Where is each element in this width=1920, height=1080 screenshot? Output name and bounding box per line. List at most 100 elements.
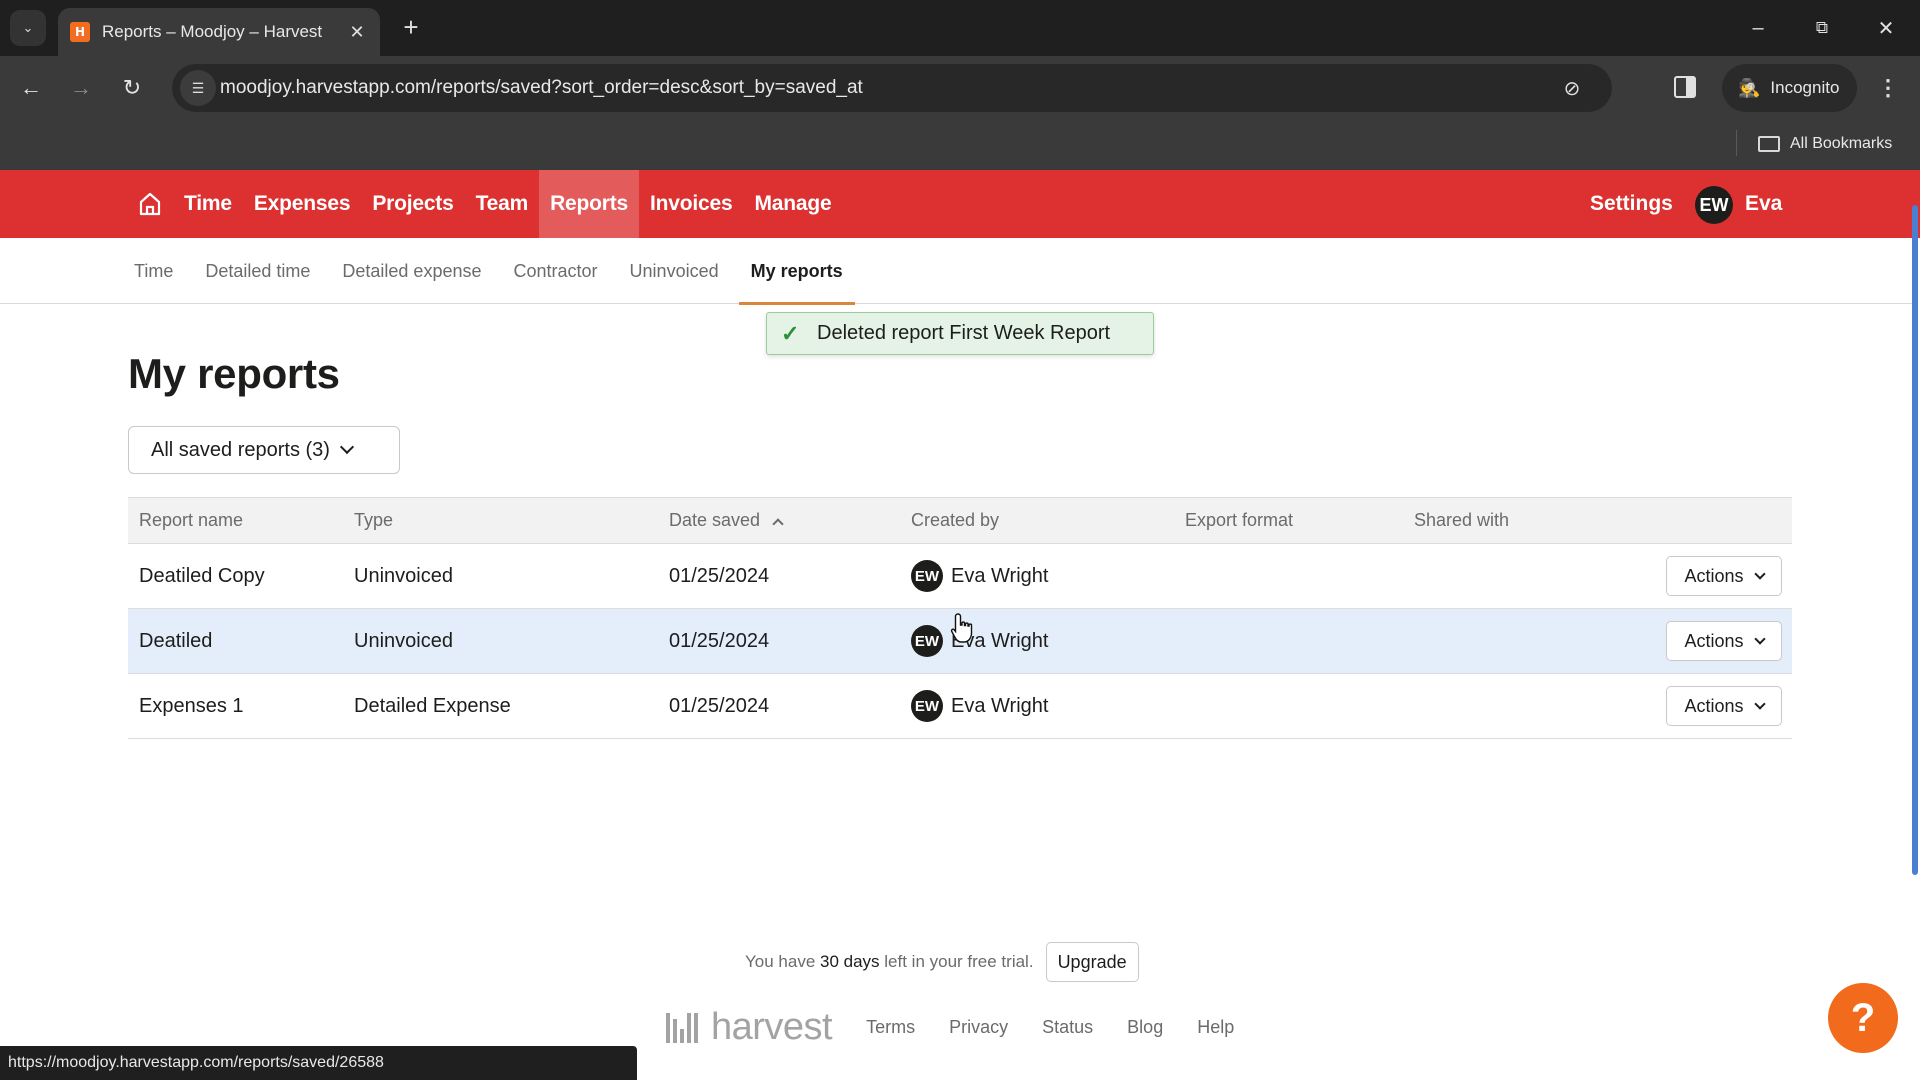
nav-time[interactable]: Time [173,170,243,238]
chevron-down-icon [339,439,355,455]
report-date: 01/25/2024 [658,543,900,609]
subnav-detailed-expense[interactable]: Detailed expense [326,238,497,304]
chevron-down-icon [1753,568,1766,580]
subnav-time[interactable]: Time [118,238,189,304]
status-url: https://moodjoy.harvestapp.com/reports/s… [8,1054,384,1071]
subnav-my-reports[interactable]: My reports [735,238,859,305]
col-shared-with[interactable]: Shared with [1403,497,1603,544]
footer-link-blog[interactable]: Blog [1127,1017,1163,1038]
table-row[interactable]: Deatiled Copy Uninvoiced 01/25/2024 EW Ev… [128,543,1792,609]
report-shared-with [1403,543,1603,609]
report-shared-with [1403,673,1603,739]
side-panel-icon[interactable] [1674,76,1696,98]
all-bookmarks-label: All Bookmarks [1790,135,1893,152]
address-bar[interactable]: ☰ moodjoy.harvestapp.com/reports/saved?s… [172,64,1799,112]
tab-close-icon[interactable]: ✕ [342,22,372,43]
report-type: Uninvoiced [343,543,658,609]
saved-reports-filter[interactable]: All saved reports (3) [128,426,400,474]
browser-toolbar: ← → ↻ ☰ moodjoy.harvestapp.com/reports/s… [0,56,1920,120]
nav-projects[interactable]: Projects [361,170,464,238]
reload-button[interactable]: ↻ [114,70,150,106]
creator-name: Eva Wright [951,694,1049,717]
report-actions: Actions [1603,543,1792,609]
col-date-saved-label: Date saved [669,510,761,530]
actions-label: Actions [1684,565,1744,586]
browser-status-bar: https://moodjoy.harvestapp.com/reports/s… [0,1046,637,1080]
actions-button[interactable]: Actions [1666,556,1782,596]
settings-link[interactable]: Settings [1590,170,1673,238]
trial-days: 30 days [820,952,880,971]
col-report-name[interactable]: Report name [128,497,343,544]
report-name[interactable]: Expenses 1 [128,673,343,739]
logo-text: harvest [711,1005,833,1048]
page-title: My reports [128,350,340,397]
nav-expenses[interactable]: Expenses [243,170,361,238]
report-export-format [1174,673,1403,739]
table-row[interactable]: Expenses 1 Detailed Expense 01/25/2024 E… [128,673,1792,739]
creator-name: Eva Wright [951,564,1049,587]
subnav-uninvoiced[interactable]: Uninvoiced [614,238,735,304]
back-button[interactable]: ← [13,70,49,106]
folder-icon [1758,136,1780,152]
actions-label: Actions [1684,695,1744,716]
footer-link-terms[interactable]: Terms [866,1017,915,1038]
window-close-icon[interactable]: ✕ [1866,10,1906,46]
success-toast: ✓ Deleted report First Week Report [766,312,1154,355]
eye-off-icon[interactable]: ⊘ [1558,74,1586,102]
nav-reports[interactable]: Reports [539,170,640,238]
col-actions [1603,497,1792,544]
col-created-by[interactable]: Created by [900,497,1174,544]
chevron-down-icon [1753,633,1766,645]
subnav-contractor[interactable]: Contractor [498,238,614,304]
page-scrollbar[interactable] [1912,205,1918,875]
browser-menu-icon[interactable]: ⋮ [1876,70,1900,106]
minimize-icon[interactable]: – [1738,10,1778,46]
site-info-icon[interactable]: ☰ [180,70,216,106]
hand-pointer-icon [950,613,973,643]
restore-icon[interactable]: ⧉ [1802,10,1842,46]
nav-manage[interactable]: Manage [744,170,843,238]
user-menu[interactable]: Eva [1745,170,1782,238]
report-name[interactable]: Deatiled [128,608,343,674]
browser-tab-strip: ⌄ H Reports – Moodjoy – Harvest ✕ + – ⧉ … [0,0,1920,56]
home-icon[interactable] [136,190,164,218]
harvest-favicon-icon: H [70,22,90,42]
avatar: EW [911,560,943,592]
tab-search-button[interactable]: ⌄ [10,10,46,46]
incognito-badge[interactable]: 🕵 Incognito [1722,64,1857,112]
toast-message: Deleted report First Week Report [817,322,1111,344]
subnav-detailed-time[interactable]: Detailed time [189,238,326,304]
report-creator: EW Eva Wright [900,543,1174,609]
upgrade-button[interactable]: Upgrade [1045,942,1139,982]
trial-suffix: left in your free trial. [879,952,1034,971]
report-date: 01/25/2024 [658,608,900,674]
question-mark-icon: ? [1850,995,1876,1040]
footer-link-status[interactable]: Status [1042,1017,1093,1038]
forward-button[interactable]: → [63,70,99,106]
new-tab-button[interactable]: + [396,12,426,42]
harvest-logo[interactable]: harvest [666,1005,833,1049]
col-date-saved[interactable]: Date saved [658,497,900,544]
check-icon: ✓ [781,320,800,346]
nav-invoices[interactable]: Invoices [639,170,743,238]
all-bookmarks-button[interactable]: All Bookmarks [1758,130,1892,158]
actions-button[interactable]: Actions [1666,686,1782,726]
actions-button[interactable]: Actions [1666,621,1782,661]
col-export-format[interactable]: Export format [1174,497,1403,544]
report-type: Uninvoiced [343,608,658,674]
report-shared-with [1403,608,1603,674]
footer-link-help[interactable]: Help [1197,1017,1234,1038]
nav-team[interactable]: Team [465,170,540,238]
report-name[interactable]: Deatiled Copy [128,543,343,609]
help-button[interactable]: ? [1828,983,1898,1053]
browser-tab[interactable]: H Reports – Moodjoy – Harvest ✕ [58,8,380,56]
user-avatar[interactable]: EW [1695,186,1733,224]
col-type[interactable]: Type [343,497,658,544]
url-text[interactable]: moodjoy.harvestapp.com/reports/saved?sor… [220,77,863,99]
footer: harvest Terms Privacy Status Blog Help [666,1002,1268,1052]
arrow-right-icon: → [70,75,92,100]
report-creator: EW Eva Wright [900,673,1174,739]
footer-link-privacy[interactable]: Privacy [949,1017,1008,1038]
trial-prefix: You have [745,952,820,971]
trial-notice: You have 30 days left in your free trial… [745,942,1139,982]
